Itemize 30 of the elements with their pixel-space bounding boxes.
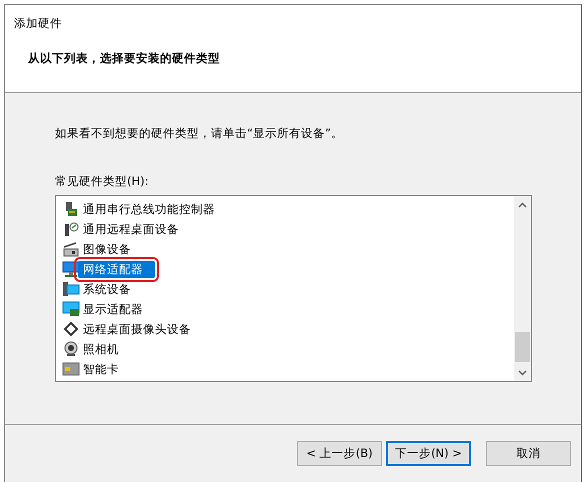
scroll-down-icon[interactable] [518,370,527,376]
scroll-up-icon[interactable] [518,202,527,208]
scrollbar[interactable] [514,196,531,381]
instruction-text: 如果看不到想要的硬件类型，请单击“显示所有设备”。 [55,126,343,141]
list-item[interactable]: 图像设备 [81,240,133,258]
computer-icon [62,281,80,297]
cancel-button[interactable]: 取消 [486,441,571,466]
list-item[interactable]: 照相机 [81,340,121,358]
list-item[interactable]: 网络适配器 [78,260,155,278]
display-adapter-icon [62,301,80,317]
list-item[interactable]: 智能卡 [81,360,121,378]
hardware-type-list[interactable]: 通用串行总线功能控制器 通用远程桌面设备 图像设备 网络适配器 系统设备 显示适配器 远程桌面摄像头设备 照相机 智能卡 [55,195,532,382]
list-item[interactable]: 显示适配器 [81,300,145,318]
list-item[interactable]: 远程桌面摄像头设备 [81,320,193,338]
list-item[interactable]: 系统设备 [81,280,133,298]
network-adapter-icon [62,261,80,277]
next-button[interactable]: 下一步(N) > [386,441,471,466]
webcam-icon [63,341,79,357]
scrollbar-thumb[interactable] [515,332,530,362]
list-item[interactable]: 通用远程桌面设备 [81,220,181,238]
remote-desktop-icon [63,221,79,237]
dialog-subtitle: 从以下列表，选择要安装的硬件类型 [28,51,220,66]
list-label: 常见硬件类型(H): [55,174,148,189]
usb-device-icon [63,201,79,217]
smart-card-icon [62,362,80,376]
dialog-title: 添加硬件 [14,16,62,31]
list-item[interactable]: 通用串行总线功能控制器 [81,200,217,218]
back-button[interactable]: < 上一步(B) [297,441,382,466]
diamond-icon [63,321,79,337]
scanner-icon [63,241,79,257]
